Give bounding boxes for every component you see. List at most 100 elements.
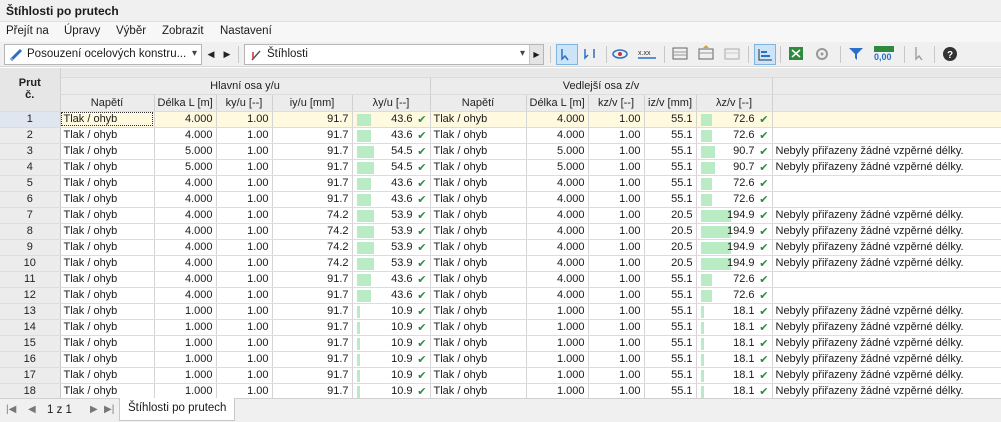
stress-type-cell[interactable]: Tlak / ohyb xyxy=(60,303,155,320)
length-z-cell[interactable]: 4.000 xyxy=(526,271,589,288)
lambda-z-cell[interactable]: 18.1 ✔ xyxy=(696,351,773,368)
lambda-z-cell[interactable]: 18.1 ✔ xyxy=(696,383,773,398)
k-y-cell[interactable]: 1.00 xyxy=(216,159,273,176)
row-number[interactable]: 2 xyxy=(0,127,61,144)
lambda-z-cell[interactable]: 194.9 ✔ xyxy=(696,207,773,224)
lambda-y-cell[interactable]: 43.6 ✔ xyxy=(352,191,431,208)
k-z-cell[interactable]: 1.00 xyxy=(588,287,645,304)
note-cell[interactable] xyxy=(772,287,1001,304)
note-cell[interactable]: Nebyly přiřazeny žádné vzpěrné délky. xyxy=(772,351,1001,368)
k-y-cell[interactable]: 1.00 xyxy=(216,207,273,224)
i-z-cell[interactable]: 55.1 xyxy=(644,303,697,320)
lambda-y-cell[interactable]: 53.9 ✔ xyxy=(352,255,431,272)
i-y-cell[interactable]: 91.7 xyxy=(272,143,353,160)
row-number[interactable]: 5 xyxy=(0,175,61,192)
k-z-cell[interactable]: 1.00 xyxy=(588,383,645,398)
k-y-cell[interactable]: 1.00 xyxy=(216,111,273,128)
i-z-cell[interactable]: 55.1 xyxy=(644,191,697,208)
i-z-cell[interactable]: 55.1 xyxy=(644,127,697,144)
k-y-cell[interactable]: 1.00 xyxy=(216,175,273,192)
length-cell[interactable]: 4.000 xyxy=(154,175,217,192)
table-row[interactable]: 10 Tlak / ohyb 4.000 1.00 74.2 53.9 ✔ Tlak / oh… xyxy=(0,255,1001,272)
lambda-y-cell[interactable]: 10.9 ✔ xyxy=(352,303,431,320)
row-number[interactable]: 6 xyxy=(0,191,61,208)
lambda-y-cell[interactable]: 43.6 ✔ xyxy=(352,175,431,192)
k-z-cell[interactable]: 1.00 xyxy=(588,255,645,272)
stress-type-z-cell[interactable]: Tlak / ohyb xyxy=(430,287,527,304)
lambda-y-cell[interactable]: 10.9 ✔ xyxy=(352,383,431,398)
row-number[interactable]: 14 xyxy=(0,319,61,336)
lambda-z-cell[interactable]: 72.6 ✔ xyxy=(696,127,773,144)
export-table-button[interactable] xyxy=(696,44,718,65)
note-cell[interactable]: Nebyly přiřazeny žádné vzpěrné délky. xyxy=(772,207,1001,224)
k-y-cell[interactable]: 1.00 xyxy=(216,255,273,272)
stress-type-cell[interactable]: Tlak / ohyb xyxy=(60,319,155,336)
length-cell[interactable]: 1.000 xyxy=(154,383,217,398)
row-number[interactable]: 1 xyxy=(0,111,61,128)
filter-button[interactable] xyxy=(846,44,868,65)
k-y-cell[interactable]: 1.00 xyxy=(216,143,273,160)
i-z-cell[interactable]: 20.5 xyxy=(644,207,697,224)
sheet-tab-slenderness[interactable]: Štíhlosti po prutech xyxy=(119,398,236,421)
lambda-y-cell[interactable]: 10.9 ✔ xyxy=(352,351,431,368)
stress-type-cell[interactable]: Tlak / ohyb xyxy=(60,143,155,160)
stress-type-z-cell[interactable]: Tlak / ohyb xyxy=(430,255,527,272)
table-row[interactable]: 11 Tlak / ohyb 4.000 1.00 91.7 43.6 ✔ Tlak / oh… xyxy=(0,271,1001,288)
results-table-combo[interactable]: Štíhlosti ▾ ▶ xyxy=(244,44,544,65)
stress-type-z-cell[interactable]: Tlak / ohyb xyxy=(430,191,527,208)
length-z-cell[interactable]: 4.000 xyxy=(526,239,589,256)
k-z-cell[interactable]: 1.00 xyxy=(588,191,645,208)
table-row[interactable]: 1 Tlak / ohyb 4.000 1.00 91.7 43.6 ✔ Tlak / ohy… xyxy=(0,111,1001,128)
note-cell[interactable]: Nebyly přiřazeny žádné vzpěrné délky. xyxy=(772,255,1001,272)
lambda-z-cell[interactable]: 90.7 ✔ xyxy=(696,143,773,160)
length-z-cell[interactable]: 5.000 xyxy=(526,143,589,160)
stress-type-z-cell[interactable]: Tlak / ohyb xyxy=(430,303,527,320)
i-z-cell[interactable]: 55.1 xyxy=(644,367,697,384)
i-y-cell[interactable]: 91.7 xyxy=(272,111,353,128)
length-cell[interactable]: 4.000 xyxy=(154,111,217,128)
i-y-cell[interactable]: 91.7 xyxy=(272,335,353,352)
lambda-z-cell[interactable]: 194.9 ✔ xyxy=(696,239,773,256)
note-cell[interactable] xyxy=(772,111,1001,128)
i-z-cell[interactable]: 20.5 xyxy=(644,255,697,272)
row-number[interactable]: 7 xyxy=(0,207,61,224)
lambda-y-cell[interactable]: 53.9 ✔ xyxy=(352,223,431,240)
i-y-cell[interactable]: 91.7 xyxy=(272,287,353,304)
lambda-z-cell[interactable]: 18.1 ✔ xyxy=(696,367,773,384)
k-y-cell[interactable]: 1.00 xyxy=(216,303,273,320)
show-view-button[interactable] xyxy=(610,44,632,65)
i-y-cell[interactable]: 91.7 xyxy=(272,303,353,320)
i-z-cell[interactable]: 55.1 xyxy=(644,287,697,304)
menu-settings[interactable]: Nastavení xyxy=(220,25,272,37)
i-z-cell[interactable]: 20.5 xyxy=(644,239,697,256)
length-z-cell[interactable]: 1.000 xyxy=(526,383,589,398)
note-cell[interactable]: Nebyly přiřazeny žádné vzpěrné délky. xyxy=(772,303,1001,320)
table-row[interactable]: 3 Tlak / ohyb 5.000 1.00 91.7 54.5 ✔ Tlak / ohy… xyxy=(0,143,1001,160)
k-z-cell[interactable]: 1.00 xyxy=(588,303,645,320)
stress-type-cell[interactable]: Tlak / ohyb xyxy=(60,207,155,224)
i-y-cell[interactable]: 91.7 xyxy=(272,367,353,384)
menu-select[interactable]: Výběr xyxy=(116,25,146,37)
length-z-cell[interactable]: 4.000 xyxy=(526,287,589,304)
lambda-y-cell[interactable]: 54.5 ✔ xyxy=(352,159,431,176)
stress-type-cell[interactable]: Tlak / ohyb xyxy=(60,367,155,384)
length-cell[interactable]: 5.000 xyxy=(154,143,217,160)
table-row[interactable]: 17 Tlak / ohyb 1.000 1.00 91.7 10.9 ✔ Tlak / oh… xyxy=(0,367,1001,384)
row-number[interactable]: 11 xyxy=(0,271,61,288)
i-z-cell[interactable]: 55.1 xyxy=(644,319,697,336)
note-cell[interactable] xyxy=(772,271,1001,288)
row-number[interactable]: 15 xyxy=(0,335,61,352)
length-cell[interactable]: 4.000 xyxy=(154,191,217,208)
length-z-cell[interactable]: 4.000 xyxy=(526,223,589,240)
lambda-y-cell[interactable]: 43.6 ✔ xyxy=(352,111,431,128)
i-y-cell[interactable]: 91.7 xyxy=(272,383,353,398)
lambda-y-cell[interactable]: 43.6 ✔ xyxy=(352,127,431,144)
length-z-cell[interactable]: 1.000 xyxy=(526,367,589,384)
i-z-cell[interactable]: 55.1 xyxy=(644,271,697,288)
k-y-cell[interactable]: 1.00 xyxy=(216,351,273,368)
lambda-z-cell[interactable]: 90.7 ✔ xyxy=(696,159,773,176)
stress-type-z-cell[interactable]: Tlak / ohyb xyxy=(430,159,527,176)
i-y-cell[interactable]: 91.7 xyxy=(272,191,353,208)
row-number[interactable]: 9 xyxy=(0,239,61,256)
note-cell[interactable]: Nebyly přiřazeny žádné vzpěrné délky. xyxy=(772,383,1001,398)
